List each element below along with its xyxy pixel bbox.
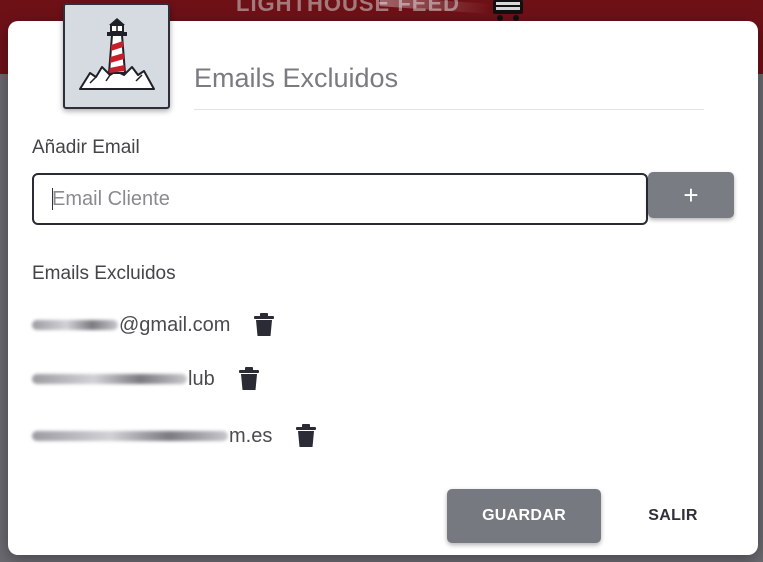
text-caret <box>52 188 53 210</box>
lighthouse-logo-icon <box>78 18 155 90</box>
email-address: lub <box>32 368 215 391</box>
title-divider <box>194 109 704 110</box>
trash-icon[interactable] <box>296 424 317 448</box>
exit-button[interactable]: SALIR <box>628 489 718 543</box>
cart-icon <box>493 0 523 21</box>
redacted-text <box>32 431 228 441</box>
email-suffix: m.es <box>229 424 273 447</box>
dialog-title: Emails Excluidos <box>194 63 399 93</box>
email-address: m.es <box>32 425 272 448</box>
email-suffix: lub <box>188 367 215 390</box>
add-email-button[interactable]: + <box>648 172 734 218</box>
add-email-label: Añadir Email <box>32 137 140 158</box>
excluded-emails-label: Emails Excluidos <box>32 263 176 284</box>
email-input[interactable] <box>32 173 648 225</box>
logo <box>63 3 170 109</box>
list-item: lub <box>32 367 259 391</box>
save-button[interactable]: GUARDAR <box>447 489 601 543</box>
email-suffix: @gmail.com <box>119 313 231 336</box>
trash-icon[interactable] <box>238 367 259 391</box>
redacted-text <box>32 320 118 330</box>
trash-icon[interactable] <box>254 313 275 337</box>
list-item: @gmail.com <box>32 313 275 337</box>
excluded-emails-dialog: Emails Excluidos Añadir Email + Emails E… <box>8 3 758 555</box>
redacted-text <box>32 374 187 384</box>
email-address: @gmail.com <box>32 314 230 337</box>
list-item: m.es <box>32 424 317 448</box>
